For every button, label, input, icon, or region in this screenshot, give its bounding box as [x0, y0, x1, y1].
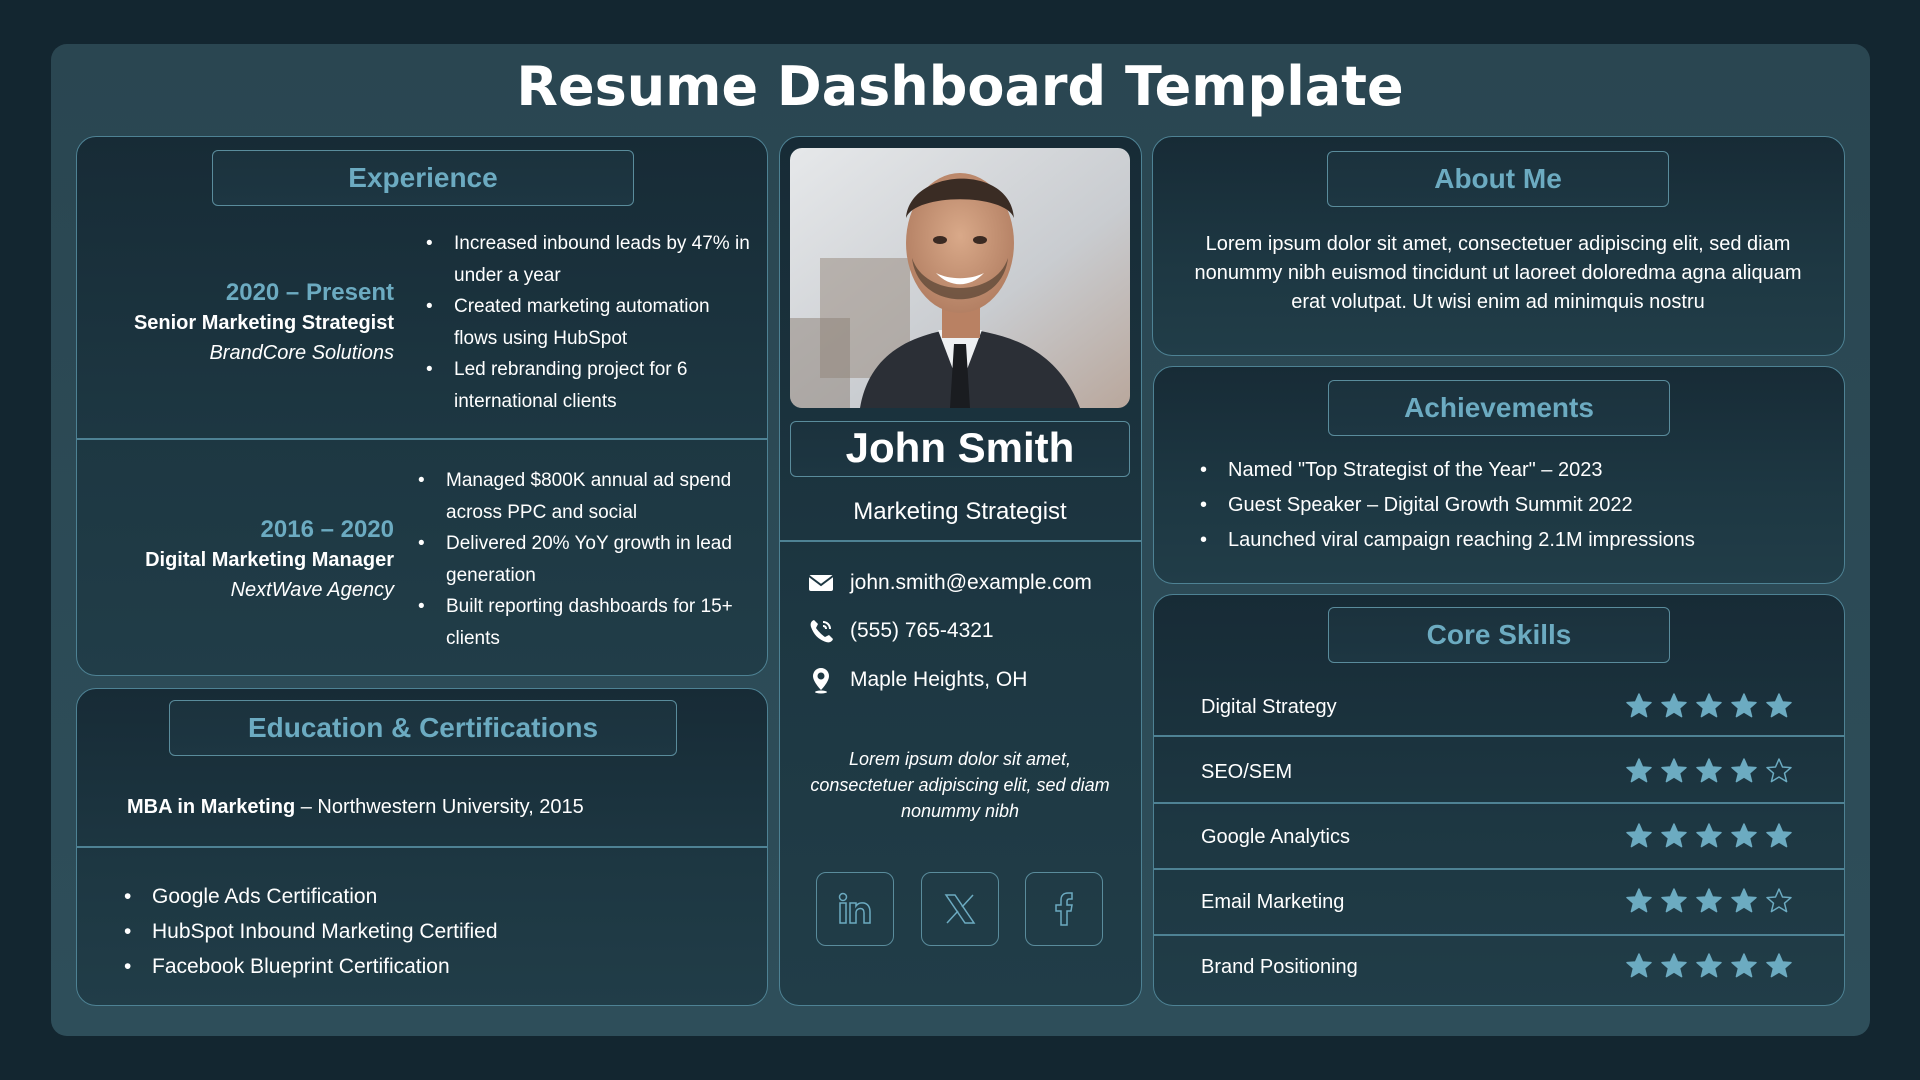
- skill-name: Google Analytics: [1201, 826, 1350, 848]
- skill-row: Digital Strategy: [1153, 674, 1845, 740]
- star-filled-icon: [1731, 823, 1757, 848]
- list-item: Google Ads Certification: [124, 879, 724, 914]
- education-degree: MBA in Marketing – Northwestern Universi…: [127, 791, 584, 823]
- star-filled-icon: [1696, 953, 1722, 978]
- x-icon: [944, 894, 976, 924]
- skill-divider: [1154, 735, 1844, 737]
- skill-rating: [1625, 692, 1793, 720]
- star-filled-icon: [1731, 693, 1757, 718]
- star-empty-icon: [1766, 888, 1792, 913]
- job-1-company: BrandCore Solutions: [209, 342, 394, 364]
- linkedin-button[interactable]: [816, 872, 894, 946]
- education-heading: Education & Certifications: [169, 700, 677, 756]
- location-text: Maple Heights, OH: [850, 668, 1028, 691]
- job-2-role: Digital Marketing Manager: [145, 549, 394, 571]
- list-item: Named "Top Strategist of the Year" – 202…: [1200, 453, 1820, 488]
- job-1-summary: 2020 – Present Senior Marketing Strategi…: [96, 277, 394, 368]
- list-item: HubSpot Inbound Marketing Certified: [124, 914, 724, 949]
- degree-detail: – Northwestern University, 2015: [295, 796, 584, 818]
- skill-rating: [1625, 822, 1793, 850]
- star-filled-icon: [1626, 953, 1652, 978]
- profile-photo-image: [790, 148, 1130, 408]
- skill-name: Digital Strategy: [1201, 696, 1337, 718]
- profile-divider: [780, 540, 1141, 542]
- list-item: Led rebranding project for 6 internation…: [426, 354, 756, 417]
- star-filled-icon: [1626, 693, 1652, 718]
- star-filled-icon: [1626, 758, 1652, 783]
- degree-name: MBA in Marketing: [127, 796, 296, 818]
- list-item: Increased inbound leads by 47% in under …: [426, 228, 756, 291]
- job-2-bullets: Managed $800K annual ad spend across PPC…: [418, 465, 748, 654]
- email-text[interactable]: john.smith@example.com: [850, 571, 1092, 595]
- star-filled-icon: [1661, 953, 1687, 978]
- job-2-summary: 2016 – 2020 Digital Marketing Manager Ne…: [96, 514, 394, 605]
- skill-row: SEO/SEM: [1153, 739, 1845, 805]
- skill-row: Email Marketing: [1153, 869, 1845, 935]
- star-filled-icon: [1731, 758, 1757, 783]
- achievements-heading: Achievements: [1328, 380, 1670, 436]
- mail-icon: [808, 575, 834, 591]
- facebook-button[interactable]: [1025, 872, 1103, 946]
- job-1-role: Senior Marketing Strategist: [133, 312, 394, 334]
- star-filled-icon: [1766, 823, 1792, 848]
- facebook-icon: [1055, 892, 1073, 926]
- star-filled-icon: [1661, 823, 1687, 848]
- star-filled-icon: [1696, 758, 1722, 783]
- star-filled-icon: [1766, 953, 1792, 978]
- job-1-years: 2020 – Present: [225, 279, 394, 306]
- star-filled-icon: [1626, 823, 1652, 848]
- list-item: Guest Speaker – Digital Growth Summit 20…: [1200, 488, 1820, 523]
- star-filled-icon: [1731, 953, 1757, 978]
- phone-icon: [810, 620, 833, 643]
- list-item: Delivered 20% YoY growth in lead generat…: [418, 528, 748, 591]
- skills-heading: Core Skills: [1328, 607, 1670, 663]
- list-item: Launched viral campaign reaching 2.1M im…: [1200, 523, 1820, 558]
- about-heading: About Me: [1327, 151, 1669, 207]
- profile-quote: Lorem ipsum dolor sit amet, consectetuer…: [810, 749, 1110, 821]
- skill-name: Brand Positioning: [1201, 956, 1358, 978]
- skill-rating: [1625, 757, 1793, 785]
- skill-row: Google Analytics: [1153, 804, 1845, 870]
- list-item: Built reporting dashboards for 15+ clien…: [418, 591, 748, 654]
- contact-email[interactable]: john.smith@example.com: [806, 566, 1092, 600]
- experience-heading: Experience: [212, 150, 634, 206]
- x-button[interactable]: [921, 872, 999, 946]
- page-title: Resume Dashboard Template: [516, 55, 1404, 118]
- contact-location: Maple Heights, OH: [806, 663, 1027, 697]
- skill-rating: [1625, 952, 1793, 980]
- star-filled-icon: [1661, 758, 1687, 783]
- star-filled-icon: [1766, 693, 1792, 718]
- experience-divider: [77, 438, 767, 440]
- linkedin-icon: [838, 892, 871, 924]
- job-2-years: 2016 – 2020: [260, 516, 394, 543]
- star-filled-icon: [1661, 693, 1687, 718]
- job-1-bullets: Increased inbound leads by 47% in under …: [426, 228, 756, 417]
- skill-name: SEO/SEM: [1201, 761, 1293, 783]
- about-text: Lorem ipsum dolor sit amet, consectetuer…: [1194, 233, 1802, 313]
- certification-list: Google Ads Certification HubSpot Inbound…: [124, 879, 724, 984]
- contact-phone[interactable]: (555) 765-4321: [806, 614, 994, 648]
- skill-rating: [1625, 887, 1793, 915]
- phone-text[interactable]: (555) 765-4321: [850, 619, 994, 643]
- achievements-list: Named "Top Strategist of the Year" – 202…: [1200, 453, 1820, 558]
- job-2-company: NextWave Agency: [230, 579, 394, 601]
- star-filled-icon: [1696, 693, 1722, 718]
- star-filled-icon: [1696, 888, 1722, 913]
- profile-name: John Smith: [790, 421, 1130, 477]
- profile-photo: [790, 148, 1130, 408]
- star-filled-icon: [1626, 888, 1652, 913]
- skill-row: Brand Positioning: [1153, 934, 1845, 1000]
- list-item: Managed $800K annual ad spend across PPC…: [418, 465, 748, 528]
- list-item: Created marketing automation flows using…: [426, 291, 756, 354]
- star-filled-icon: [1696, 823, 1722, 848]
- list-item: Facebook Blueprint Certification: [124, 949, 724, 984]
- profile-job-title: Marketing Strategist: [853, 498, 1067, 525]
- star-filled-icon: [1661, 888, 1687, 913]
- location-pin-icon: [813, 668, 829, 694]
- star-filled-icon: [1731, 888, 1757, 913]
- star-empty-icon: [1766, 758, 1792, 783]
- education-divider: [77, 846, 767, 848]
- skill-name: Email Marketing: [1201, 891, 1345, 913]
